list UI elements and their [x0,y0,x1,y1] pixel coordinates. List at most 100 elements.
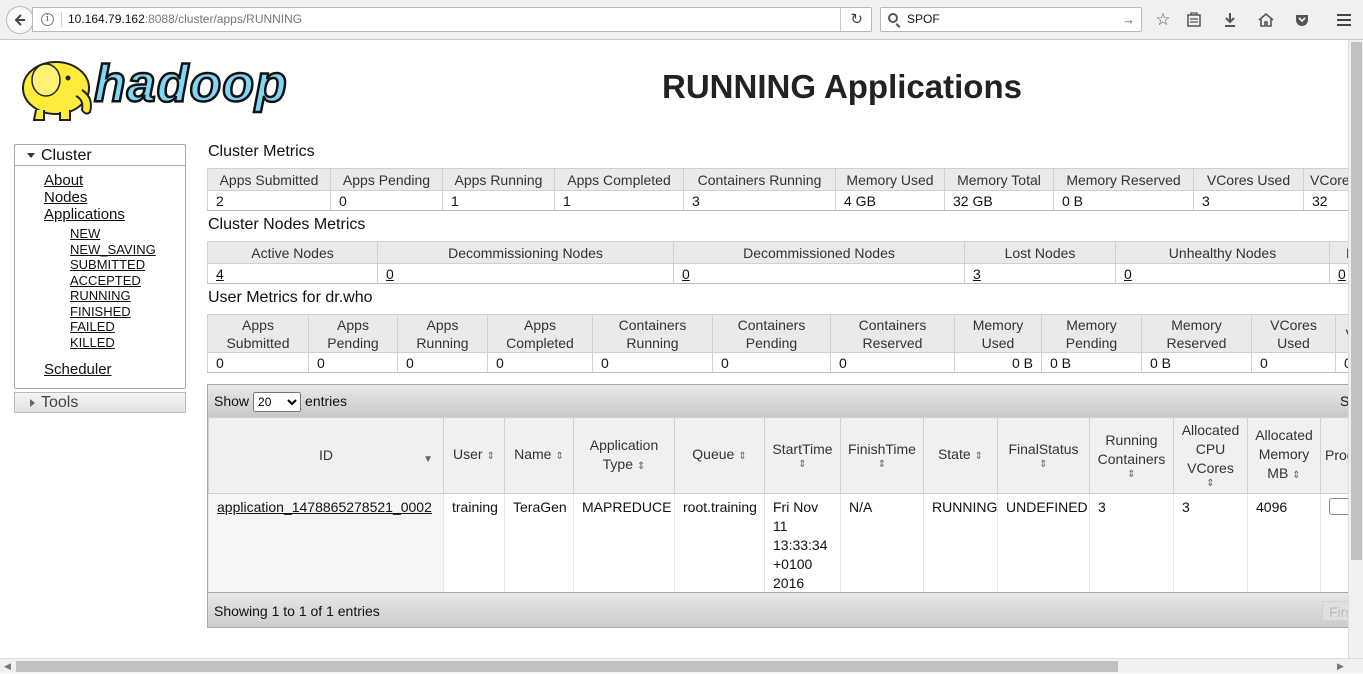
vertical-scrollbar-thumb[interactable] [1351,42,1362,560]
table-cell: UNDEFINED [997,493,1090,597]
table-cell: 0 [830,352,955,373]
column-header-final-status[interactable]: FinalStatus ⇕ [997,417,1090,494]
column-header-queue[interactable]: Queue ⇕ [674,417,765,494]
sidebar-item-running[interactable]: RUNNING [15,288,185,304]
column-header-label: User [453,446,483,462]
user-metrics-table: Apps Submitted Apps Pending Apps Running… [207,314,1348,373]
column-header-state[interactable]: State ⇕ [923,417,998,494]
sidebar-item-scheduler[interactable]: Scheduler [15,361,185,378]
column-header-label: Progress [1325,447,1348,463]
column-header-label: Application Type [589,436,659,472]
table-cell: 0 [1335,352,1348,373]
site-info-icon[interactable]: i [41,13,54,26]
applications-panel: Show20entries Search: ID▼ User⇕ Name⇕ Ap… [207,384,1348,628]
search-label: Search: [1340,385,1348,417]
url-bar[interactable]: i 10.164.79.162:8088/cluster/apps/RUNNIN… [32,7,872,32]
column-header-name[interactable]: Name ⇕ [504,417,574,494]
page-size-select[interactable]: 20 [253,392,302,413]
menu-icon[interactable] [1333,9,1355,31]
column-header-id[interactable]: ID ▼ [208,417,444,494]
scroll-left-icon[interactable]: ◀ [4,659,11,674]
sidebar-item-new[interactable]: NEW [15,226,185,242]
column-header-label: Name [514,446,552,462]
first-page-button[interactable]: First [1322,601,1348,621]
table-row[interactable]: application_1478865278521_0002 training … [208,493,1348,597]
column-header-allocated-memory[interactable]: Allocated Memory MB ⇕ [1247,417,1321,494]
table-cell: 3 [964,263,1116,284]
sidebar-item-about[interactable]: About [15,172,185,189]
table-cell: root.training [674,493,765,597]
table-cell: 1 [442,190,555,211]
reading-list-icon[interactable] [1183,9,1205,31]
table-cell: 0 [712,352,831,373]
column-header-allocated-vcores[interactable]: Allocated CPU VCores ⇕ [1173,417,1248,494]
column-header-progress[interactable]: Progress [1320,417,1348,494]
sort-both-icon: ⇕ [1039,459,1048,470]
table-cell: 2 [207,190,331,211]
horizontal-scrollbar-thumb[interactable] [16,661,1118,672]
user-metrics-table-wrap: Apps Submitted Apps Pending Apps Running… [207,314,1348,380]
sidebar-item-submitted[interactable]: SUBMITTED [15,257,185,273]
sidebar-item-failed[interactable]: FAILED [15,319,185,335]
horizontal-scrollbar[interactable]: ◀ ▶ [0,658,1363,673]
column-header-user[interactable]: User ⇕ [443,417,505,494]
unhealthy-nodes-link[interactable]: 0 [1124,266,1132,282]
sort-both-icon: ⇕ [798,459,807,470]
search-bar[interactable]: SPOF → [880,7,1142,32]
download-icon[interactable] [1219,9,1241,31]
user-metrics-title: User Metrics for dr.who [208,289,373,306]
active-nodes-link[interactable]: 4 [216,266,224,282]
table-row: 4 0 0 3 0 0 [207,263,1348,284]
entries-label: entries [305,393,348,409]
table-cell: 0 [207,352,309,373]
sidebar-nav: Cluster About Nodes Applications NEW NEW… [14,144,186,389]
sidebar-item-killed[interactable]: KILLED [15,335,185,351]
table-header-cell: Lost Nodes [964,241,1116,264]
table-cell: 0 B [1041,352,1142,373]
search-go-icon[interactable]: → [1122,8,1135,31]
rebooted-nodes-link[interactable]: 0 [1338,266,1346,282]
scroll-right-icon[interactable]: ▶ [1337,659,1344,674]
table-cell: RUNNING [923,493,998,597]
pocket-icon[interactable] [1291,9,1313,31]
table-header-cell: Apps Completed [487,314,593,353]
table-header-cell: Active Nodes [207,241,378,264]
sidebar-section-tools[interactable]: Tools [14,392,186,413]
column-header-start-time[interactable]: StartTime ⇕ [764,417,841,494]
hadoop-logo[interactable]: hadoop [16,50,316,122]
table-header-cell: Containers Reserved [830,314,955,353]
sidebar-item-nodes[interactable]: Nodes [15,189,185,206]
sidebar-item-finished[interactable]: FINISHED [15,304,185,320]
url-text[interactable]: 10.164.79.162:8088/cluster/apps/RUNNING [68,8,302,31]
url-path: :8088/cluster/apps/RUNNING [144,12,303,26]
sidebar-item-new-saving[interactable]: NEW_SAVING [15,242,185,258]
cluster-metrics-table: Apps Submitted Apps Pending Apps Running… [207,168,1348,211]
column-header-finish-time[interactable]: FinishTime ⇕ [840,417,924,494]
table-header-cell: VCores Total [1303,168,1348,191]
application-id-link[interactable]: application_1478865278521_0002 [217,499,432,515]
lost-nodes-link[interactable]: 3 [973,266,981,282]
vertical-scrollbar[interactable] [1348,40,1363,658]
back-button[interactable] [6,6,34,34]
progress-bar [1329,498,1348,515]
table-cell: 0 B [1053,190,1194,211]
column-header-running-containers[interactable]: Running Containers ⇕ [1089,417,1174,494]
table-header-cell: Apps Pending [330,168,443,191]
search-input[interactable]: SPOF [907,8,940,31]
table-cell [1320,493,1348,597]
decommissioning-nodes-link[interactable]: 0 [386,266,394,282]
sidebar-section-cluster[interactable]: Cluster [15,145,185,166]
table-cell: 0 [1329,263,1348,284]
home-icon[interactable] [1255,9,1277,31]
sidebar-item-accepted[interactable]: ACCEPTED [15,273,185,289]
table-cell: 3 [1173,493,1248,597]
reload-icon[interactable]: ↻ [850,8,863,31]
column-header-application-type[interactable]: Application Type ⇕ [573,417,675,494]
reload-separator [840,8,841,31]
column-header-label: StartTime [772,441,833,457]
sidebar-item-applications[interactable]: Applications [15,206,185,223]
nodes-metrics-table: Active Nodes Decommissioning Nodes Decom… [207,241,1348,284]
bookmark-star-icon[interactable]: ☆ [1152,9,1174,31]
table-cell: 4 GB [835,190,945,211]
decommissioned-nodes-link[interactable]: 0 [682,266,690,282]
